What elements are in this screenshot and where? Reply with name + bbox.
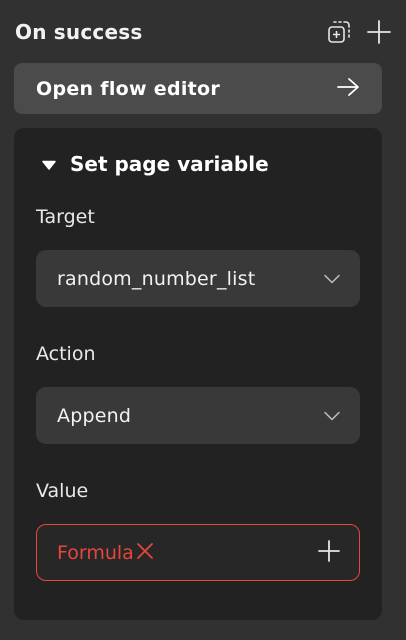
- set-page-variable-toggle[interactable]: Set page variable: [42, 150, 269, 178]
- open-flow-editor-button[interactable]: Open flow editor: [14, 63, 382, 114]
- value-label: Value: [36, 480, 89, 502]
- formula-chip: Formula: [57, 542, 154, 564]
- header-actions: [326, 19, 392, 45]
- action-label: Action: [36, 343, 96, 365]
- add-layer-icon[interactable]: [326, 19, 352, 45]
- section-header: On success: [15, 14, 392, 50]
- section-title: On success: [15, 20, 143, 44]
- chevron-down-icon: [324, 406, 340, 425]
- value-formula-field[interactable]: Formula: [36, 524, 360, 581]
- set-page-variable-panel: Set page variable Target random_number_l…: [14, 128, 382, 620]
- formula-text: Formula: [57, 541, 134, 564]
- plus-icon[interactable]: [366, 19, 392, 45]
- plus-icon[interactable]: [317, 539, 341, 567]
- action-title: Set page variable: [70, 152, 269, 176]
- action-select[interactable]: Append: [36, 387, 360, 444]
- close-x-icon[interactable]: [136, 542, 154, 564]
- open-flow-editor-label: Open flow editor: [36, 77, 221, 100]
- action-value: Append: [57, 404, 132, 427]
- target-value: random_number_list: [57, 267, 256, 290]
- target-select[interactable]: random_number_list: [36, 250, 360, 307]
- target-label: Target: [36, 206, 95, 228]
- arrow-right-icon: [336, 77, 360, 101]
- chevron-down-icon: [324, 269, 340, 288]
- triangle-down-icon: [42, 155, 56, 174]
